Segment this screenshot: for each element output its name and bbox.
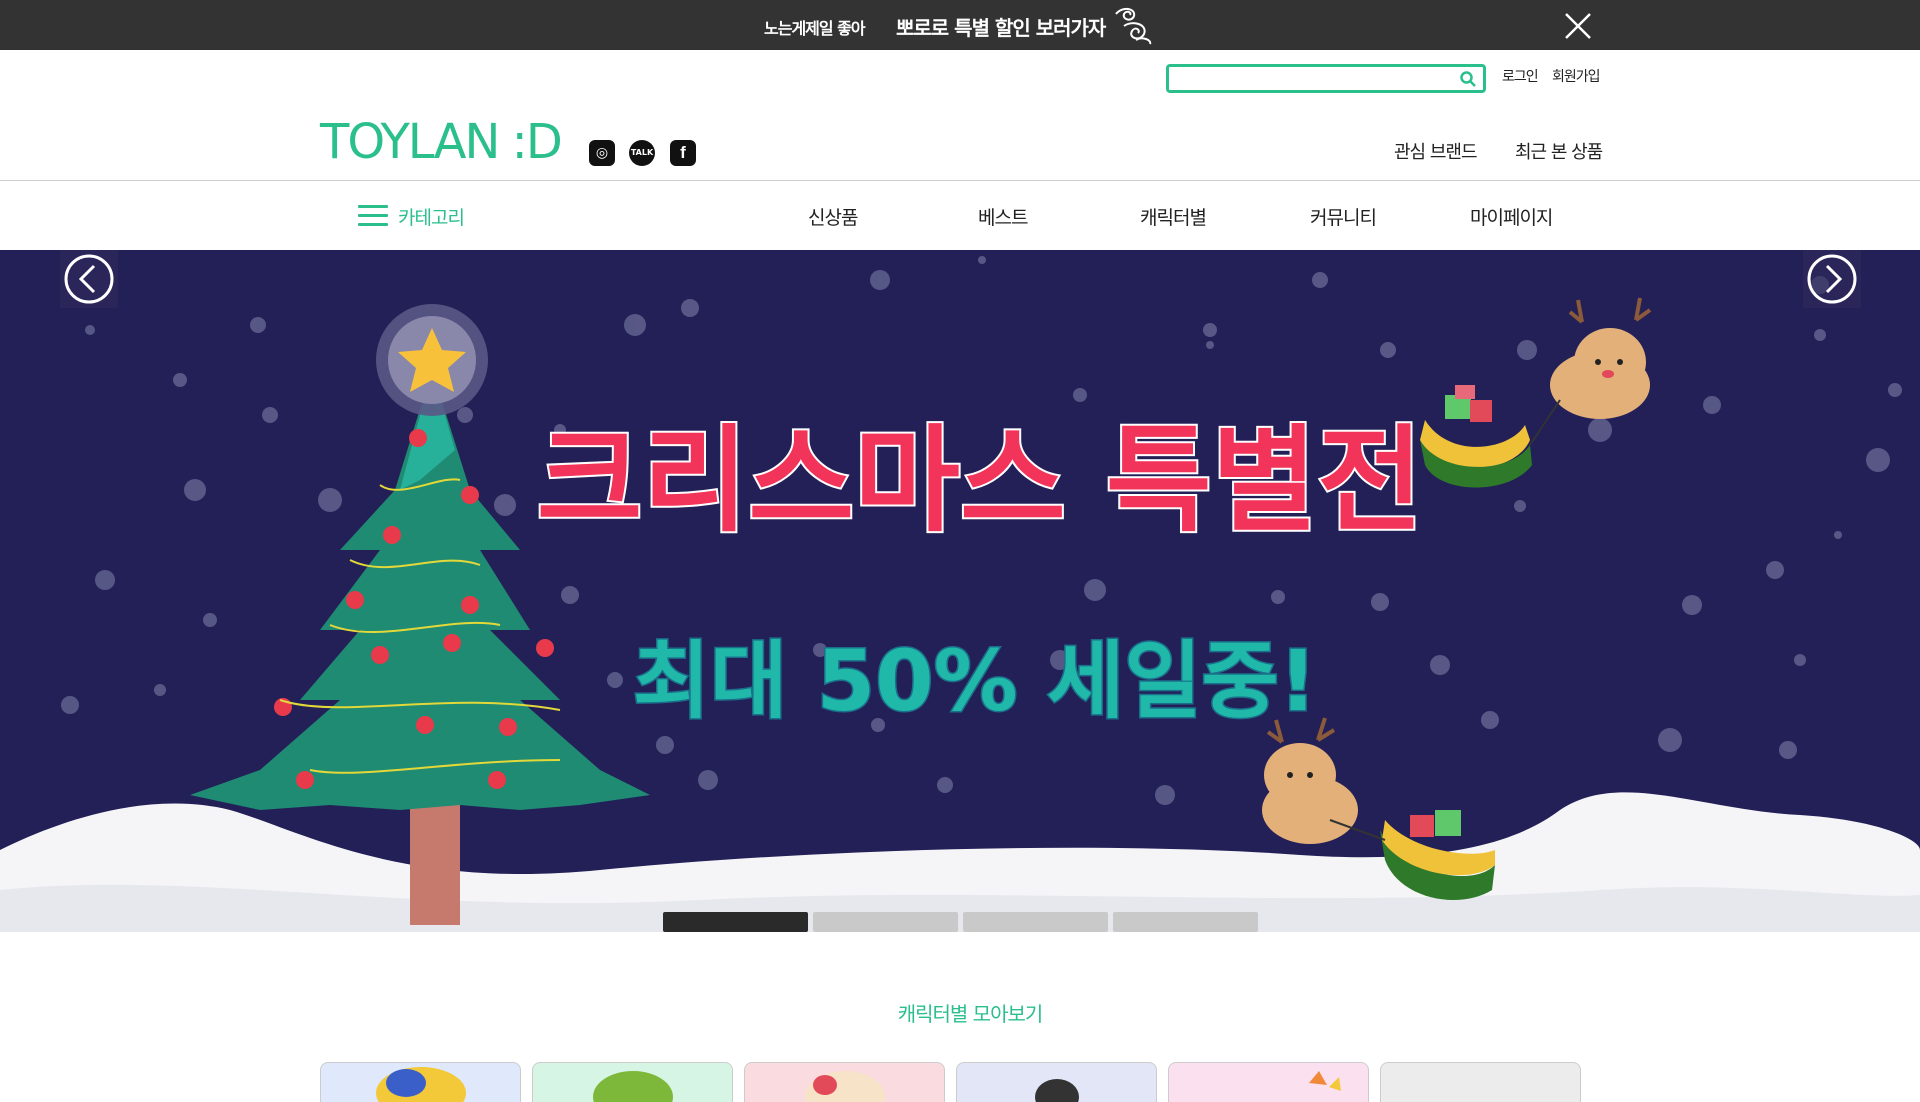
site-logo[interactable]: TOYLAN :D xyxy=(320,114,563,170)
character-thumbnail xyxy=(376,1067,466,1102)
slide-dot-3[interactable] xyxy=(963,912,1108,932)
search-icon[interactable] xyxy=(1459,70,1477,88)
main-banner-slider[interactable]: 크리스마스 특별전 최대 50% 세일중! xyxy=(0,250,1920,932)
character-card[interactable] xyxy=(320,1062,521,1102)
hamburger-icon xyxy=(358,205,388,227)
promo-big-text[interactable]: 뽀로로 특별 할인 보러가자 xyxy=(896,12,1106,41)
character-thumbnail xyxy=(593,1071,673,1102)
character-thumbnail xyxy=(1035,1079,1079,1102)
banner-headline: 크리스마스 특별전 xyxy=(537,414,1423,548)
section-title: 캐릭터별 모아보기 xyxy=(897,1002,1044,1026)
character-thumbnail xyxy=(805,1071,885,1102)
instagram-icon[interactable]: ◎ xyxy=(589,140,615,166)
character-card-list xyxy=(320,1062,1581,1102)
search-input[interactable] xyxy=(1175,69,1445,89)
banner-subline: 최대 50% 세일중! xyxy=(633,632,1317,730)
character-card[interactable] xyxy=(956,1062,1157,1102)
reindeer-sleigh-top xyxy=(1420,297,1652,488)
banner-illustration: 크리스마스 특별전 최대 50% 세일중! xyxy=(0,256,1920,932)
signup-link[interactable]: 회원가입 xyxy=(1552,66,1601,86)
category-label: 카테고리 xyxy=(398,206,465,229)
character-card[interactable] xyxy=(532,1062,733,1102)
nav-item-best[interactable]: 베스트 xyxy=(978,203,1028,230)
nav-item-character[interactable]: 캐릭터별 xyxy=(1140,203,1207,230)
interest-brand-link[interactable]: 관심 브랜드 xyxy=(1394,138,1478,164)
top-promo-bar[interactable]: 노는게제일 좋아 뽀로로 특별 할인 보러가자 xyxy=(0,0,1920,50)
promo-small-text: 노는게제일 좋아 xyxy=(764,19,866,38)
main-nav: 카테고리 신상품 베스트 캐릭터별 커뮤니티 마이페이지 xyxy=(0,180,1920,250)
slide-pagination xyxy=(663,912,1258,932)
slide-dot-1[interactable] xyxy=(663,912,808,932)
close-icon[interactable] xyxy=(1562,10,1594,42)
login-link[interactable]: 로그인 xyxy=(1502,66,1539,86)
kakaotalk-icon[interactable]: TALK xyxy=(629,140,655,166)
facebook-icon[interactable]: f xyxy=(670,140,696,166)
character-card[interactable] xyxy=(1380,1062,1581,1102)
category-button[interactable]: 카테고리 xyxy=(358,201,465,231)
character-card[interactable] xyxy=(744,1062,945,1102)
next-slide-arrow-icon[interactable] xyxy=(1803,250,1861,308)
site-header: 로그인 회원가입 TOYLAN :D ◎ TALK f 관심 브랜드 최근 본 … xyxy=(0,50,1920,180)
character-thumbnail xyxy=(1309,1071,1341,1091)
nav-item-new[interactable]: 신상품 xyxy=(808,203,858,230)
search-box[interactable] xyxy=(1166,64,1486,93)
slide-dot-2[interactable] xyxy=(813,912,958,932)
slide-dot-4[interactable] xyxy=(1113,912,1258,932)
prev-slide-arrow-icon[interactable] xyxy=(60,250,118,308)
nav-item-mypage[interactable]: 마이페이지 xyxy=(1470,203,1553,230)
recent-products-link[interactable]: 최근 본 상품 xyxy=(1515,138,1603,164)
nav-item-community[interactable]: 커뮤니티 xyxy=(1310,203,1377,230)
swirl-icon xyxy=(1115,8,1152,45)
character-card[interactable] xyxy=(1168,1062,1369,1102)
